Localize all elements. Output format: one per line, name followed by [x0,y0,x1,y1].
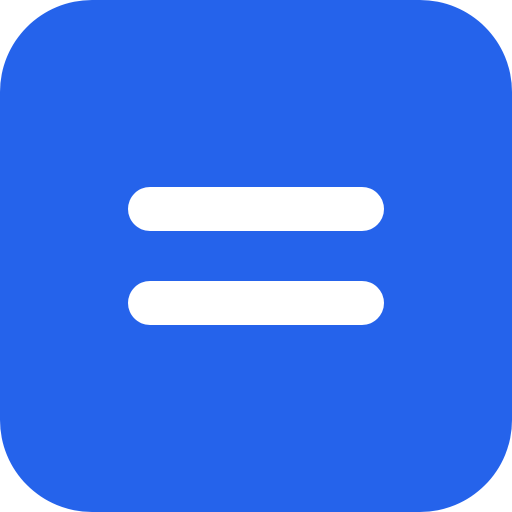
equals-icon [0,0,512,512]
equals-top-bar [128,187,384,231]
equals-bottom-bar [128,281,384,325]
equals-app-icon[interactable] [0,0,512,512]
